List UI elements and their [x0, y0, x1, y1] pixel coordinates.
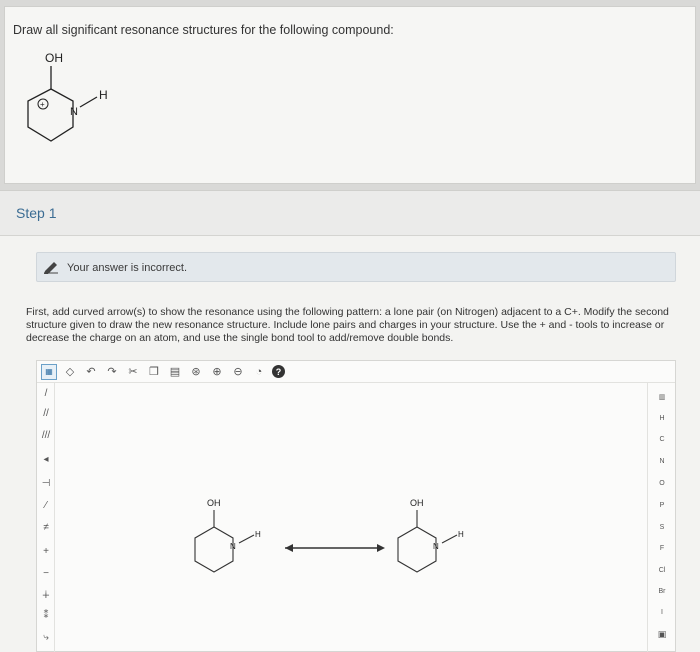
s1-oh-label: OH [207, 498, 221, 508]
left-toolbar: / // /// ◂ ⊣ ⁄ ≠ + − ∔ ⁑ ⤷ [37, 383, 55, 652]
element-n[interactable]: N [648, 458, 676, 465]
element-i[interactable]: I [648, 609, 676, 616]
s1-h-label: H [255, 530, 261, 539]
zoom-in-icon[interactable]: ⊕ [209, 364, 225, 380]
curved-arrow-icon[interactable]: ⤷ [39, 631, 53, 645]
select-icon[interactable]: ▦ [41, 363, 57, 380]
zoom-out-icon[interactable]: ⊖ [230, 364, 246, 380]
minus-charge-icon[interactable]: − [39, 567, 53, 581]
zoom-reset-icon[interactable]: ◔ [251, 364, 267, 380]
help-icon[interactable]: ? [272, 365, 285, 378]
paste-icon[interactable]: ▤ [167, 364, 183, 380]
pencil-icon [44, 262, 58, 274]
plus-charge-icon[interactable]: + [39, 545, 53, 559]
element-p[interactable]: P [648, 502, 676, 509]
template-icon[interactable]: ▣ [648, 629, 676, 640]
editor-toolbar: ▦ ◇ ↶ ↷ ✂ ❐ ▤ ⊛ ⊕ ⊖ ◔ ? [37, 361, 675, 383]
question-card: Draw all significant resonance structure… [4, 6, 696, 184]
oh-label: OH [45, 51, 63, 65]
resonance-arrow [285, 544, 385, 552]
step-bar: Step 1 [0, 190, 700, 236]
radical-icon[interactable]: ∔ [39, 589, 53, 603]
element-f[interactable]: F [648, 545, 676, 552]
eraser-icon[interactable]: ◇ [62, 364, 78, 380]
element-br[interactable]: Br [648, 588, 676, 595]
chain-tool-icon[interactable]: ≠ [39, 521, 53, 535]
single-bond-icon[interactable]: / [39, 387, 53, 401]
h-label: H [99, 88, 108, 102]
chain-icon[interactable]: ⁄ [39, 499, 53, 513]
hash-bond-icon[interactable]: ⊣ [39, 477, 53, 491]
wedge-bond-icon[interactable]: ◂ [39, 453, 53, 467]
s1-n-label: N [230, 542, 236, 551]
element-o[interactable]: O [648, 480, 676, 487]
copy-icon[interactable]: ❐ [146, 364, 162, 380]
charge-plus: + [40, 100, 45, 109]
question-prompt: Draw all significant resonance structure… [13, 23, 394, 37]
structure-2[interactable]: OH N H [397, 498, 464, 573]
element-palette: ▥ H C N O P S F Cl Br I ▣ [647, 383, 675, 652]
instructions: First, add curved arrow(s) to show the r… [26, 306, 669, 344]
element-s[interactable]: S [648, 524, 676, 531]
feedback-text: Your answer is incorrect. [67, 262, 188, 274]
lone-pair-icon[interactable]: ⁑ [39, 609, 53, 623]
structure-1[interactable]: OH N H [194, 498, 261, 573]
undo-icon[interactable]: ↶ [83, 364, 99, 380]
element-c[interactable]: C [648, 436, 676, 443]
zoom-fit-icon[interactable]: ⊛ [188, 364, 204, 380]
triple-bond-icon[interactable]: /// [39, 429, 53, 443]
element-cl[interactable]: Cl [648, 567, 676, 574]
periodic-table-icon[interactable]: ▥ [648, 393, 676, 401]
question-molecule: OH + N H [27, 51, 108, 142]
double-bond-icon[interactable]: // [39, 407, 53, 421]
drawing-canvas[interactable]: OH N H OH N H [55, 383, 649, 652]
answer-area: Your answer is incorrect. First, add cur… [0, 236, 700, 652]
n-label: N [70, 106, 78, 118]
step-label: Step 1 [16, 205, 57, 221]
feedback-banner: Your answer is incorrect. [36, 252, 676, 282]
structure-editor[interactable]: ▦ ◇ ↶ ↷ ✂ ❐ ▤ ⊛ ⊕ ⊖ ◔ ? / // /// ◂ ⊣ ⁄ ≠… [36, 360, 676, 652]
s2-n-label: N [433, 542, 439, 551]
s2-h-label: H [458, 530, 464, 539]
cut-icon[interactable]: ✂ [125, 364, 141, 380]
redo-icon[interactable]: ↷ [104, 364, 120, 380]
element-h[interactable]: H [648, 415, 676, 422]
s2-oh-label: OH [410, 498, 424, 508]
